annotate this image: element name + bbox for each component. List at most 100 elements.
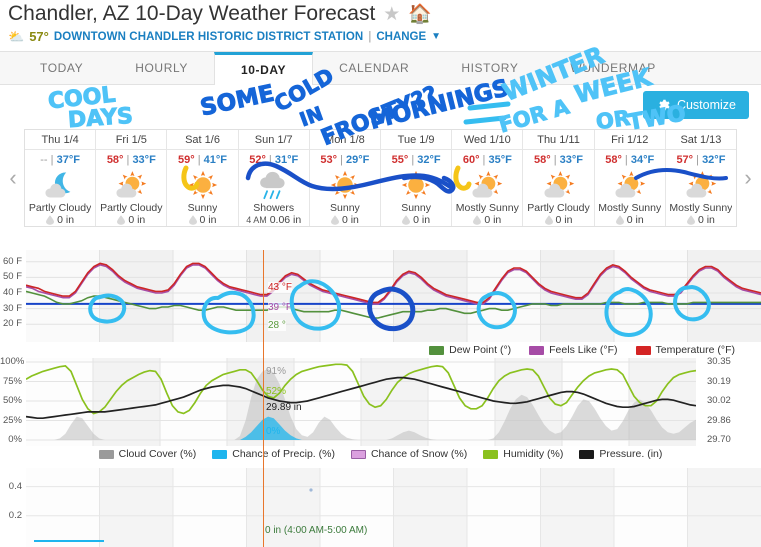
- conditions-plot: [26, 358, 696, 446]
- forecast-day-temps: 57° | 32°F: [676, 154, 726, 166]
- forecast-day-temps: 55° | 32°F: [391, 154, 441, 166]
- precip-time: 4 AM: [246, 215, 267, 225]
- precipitation-chart[interactable]: 0.4 0.2 0 in (4:00 AM-5:00 AM): [0, 468, 761, 547]
- forecast-low: 29°F: [346, 154, 370, 166]
- forecast-day-card[interactable]: Mon 1/8 53° | 29°F Sunny 0 in: [309, 130, 382, 226]
- forecast-low: 32°F: [417, 154, 441, 166]
- forecast-day-card[interactable]: Thu 1/11 58° | 33°F Partly Cloudy 0 in: [523, 130, 595, 226]
- chart-callout: 91%: [266, 366, 287, 377]
- sun-icon: [399, 167, 433, 202]
- forecast-day-card[interactable]: Fri 1/5 58° | 33°F Partly Cloudy 0 in: [96, 130, 168, 226]
- station-link[interactable]: DOWNTOWN CHANDLER HISTORIC DISTRICT STAT…: [54, 31, 363, 43]
- tab-calendar[interactable]: CALENDAR: [313, 52, 435, 84]
- forecast-low: 37°F: [56, 154, 80, 166]
- sun-behind-cloud-icon: [683, 167, 719, 202]
- y-axis-tick-left: 100%: [0, 356, 25, 367]
- forecast-day-card[interactable]: Sat 1/6 59° | 41°F Sunny 0 in: [167, 130, 239, 226]
- legend-item[interactable]: Humidity (%): [483, 448, 563, 460]
- forecast-day-temps: -- | 37°F: [40, 154, 80, 166]
- forecast-high: 52°: [249, 154, 266, 166]
- y-axis-tick: 0.2: [8, 509, 22, 521]
- legend-swatch: [98, 449, 114, 459]
- forecast-low: 41°F: [203, 154, 227, 166]
- customize-label: Customize: [676, 98, 736, 112]
- legend-item[interactable]: Dew Point (°): [429, 344, 511, 356]
- legend-item[interactable]: Temperature (°F): [635, 344, 735, 356]
- forecast-day-condition: Sunny: [187, 202, 218, 214]
- precip-amount: 0 in: [697, 214, 715, 226]
- forecast-day-condition: Partly Cloudy: [28, 202, 92, 214]
- legend-swatch: [212, 449, 228, 459]
- forecast-low: 31°F: [274, 154, 299, 166]
- tab-hourly[interactable]: HOURLY: [109, 52, 214, 84]
- chevron-down-icon[interactable]: ▼: [431, 31, 441, 42]
- y-axis-tick-right: 29.86: [707, 414, 731, 426]
- change-station-link[interactable]: CHANGE: [376, 31, 426, 43]
- temperature-plot: [26, 250, 761, 342]
- forecast-day-card[interactable]: Wed 1/10 60° | 35°F Mostly Sunny 0 in: [452, 130, 524, 226]
- forecast-day-card[interactable]: Sun 1/7 52° | 31°F Showers 4 AM 0.06 in: [238, 130, 310, 226]
- customize-button[interactable]: Customize: [642, 91, 749, 119]
- chevron-left-icon[interactable]: ‹: [4, 165, 22, 191]
- chart-callout: 52%: [266, 386, 287, 397]
- tab-wundermap[interactable]: WUNDERMAP: [544, 52, 681, 84]
- tab-history[interactable]: HISTORY: [435, 52, 544, 84]
- legend-label: Humidity (%): [503, 448, 564, 460]
- current-conditions-row: ⛅ 57° DOWNTOWN CHANDLER HISTORIC DISTRIC…: [8, 29, 761, 44]
- chart-callout: 28 °: [268, 320, 286, 331]
- forecast-day-temps: 60° | 35°F: [462, 154, 512, 166]
- legend-item[interactable]: Chance of Precip. (%): [212, 448, 335, 460]
- forecast-day-condition: Sunny: [401, 202, 431, 214]
- forecast-low: 34°F: [630, 154, 655, 166]
- forecast-day-name: Tue 1/9: [381, 132, 452, 150]
- forecast-day-condition: Partly Cloudy: [100, 202, 163, 214]
- legend-swatch: [579, 449, 595, 459]
- legend-item[interactable]: Feels Like (°F): [529, 344, 618, 356]
- y-axis-tick: 0.4: [8, 480, 22, 492]
- humidity-pressure-chart[interactable]: 100% 75% 50% 25% 0% 30.35 30.19 30.02 29.86 29.7…: [0, 356, 761, 446]
- y-axis-tick-left: 75%: [2, 375, 22, 387]
- forecast-day-precip: 0 in: [330, 214, 359, 226]
- forecast-high: 58°: [534, 154, 551, 166]
- forecast-day-card[interactable]: Sat 1/13 57° | 32°F Mostly Sunny 0 in: [665, 130, 737, 226]
- moon-behind-cloud-icon: [42, 167, 78, 202]
- home-icon[interactable]: 🏠: [408, 5, 432, 24]
- legend-item[interactable]: Chance of Snow (%): [350, 448, 468, 460]
- legend-label: Chance of Snow (%): [370, 448, 468, 460]
- legend-swatch: [350, 449, 366, 459]
- legend-item[interactable]: Pressure. (in): [579, 448, 662, 460]
- forecast-day-condition: Mostly Sunny: [669, 202, 733, 214]
- conditions-legend: Cloud Cover (%) Chance of Precip. (%) Chan…: [0, 448, 761, 460]
- legend-item[interactable]: Cloud Cover (%): [98, 448, 196, 460]
- forecast-high: 60°: [462, 154, 480, 166]
- precip-amount: 0 in: [484, 214, 502, 226]
- tab-10-day[interactable]: 10-DAY: [213, 52, 314, 85]
- y-axis-tick-right: 30.02: [707, 395, 731, 406]
- time-cursor-line: [263, 250, 264, 547]
- sun-icon: [328, 167, 362, 202]
- forecast-day-name: Thu 1/11: [523, 132, 594, 150]
- legend-label: Temperature (°F): [655, 344, 735, 356]
- forecast-high: 57°: [676, 154, 694, 166]
- forecast-day-condition: Mostly Sunny: [455, 202, 519, 214]
- tab-today[interactable]: TODAY: [14, 52, 109, 84]
- legend-swatch: [429, 345, 445, 355]
- forecast-day-name: Sat 1/6: [167, 132, 238, 150]
- star-icon[interactable]: ★: [383, 5, 400, 24]
- forecast-day-precip: 0 in: [473, 214, 501, 226]
- precip-amount: 0 in: [413, 214, 431, 226]
- forecast-day-card[interactable]: Tue 1/9 55° | 32°F Sunny 0 in: [381, 130, 453, 226]
- forecast-day-name: Fri 1/5: [96, 132, 167, 150]
- forecast-low: 35°F: [488, 154, 512, 166]
- forecast-day-card[interactable]: Fri 1/12 58° | 34°F Mostly Sunny 0 in: [594, 130, 666, 226]
- sun-behind-cloud-icon: [541, 167, 577, 202]
- forecast-low: 32°F: [702, 154, 726, 166]
- gear-icon: [659, 99, 670, 111]
- separator: |: [368, 30, 372, 43]
- customize-row: Customize: [0, 85, 761, 129]
- forecast-day-card[interactable]: Thu 1/4 -- | 37°F Partly Cloudy 0 in: [25, 130, 97, 226]
- y-axis-tick: 60 F: [2, 255, 22, 267]
- forecast-day-precip: 0 in: [686, 214, 715, 226]
- temperature-chart[interactable]: 60 F 50 F 40 F 30 F 20 F 43 °F 39 °F 28 °: [0, 250, 761, 342]
- chevron-right-icon[interactable]: ›: [739, 165, 757, 191]
